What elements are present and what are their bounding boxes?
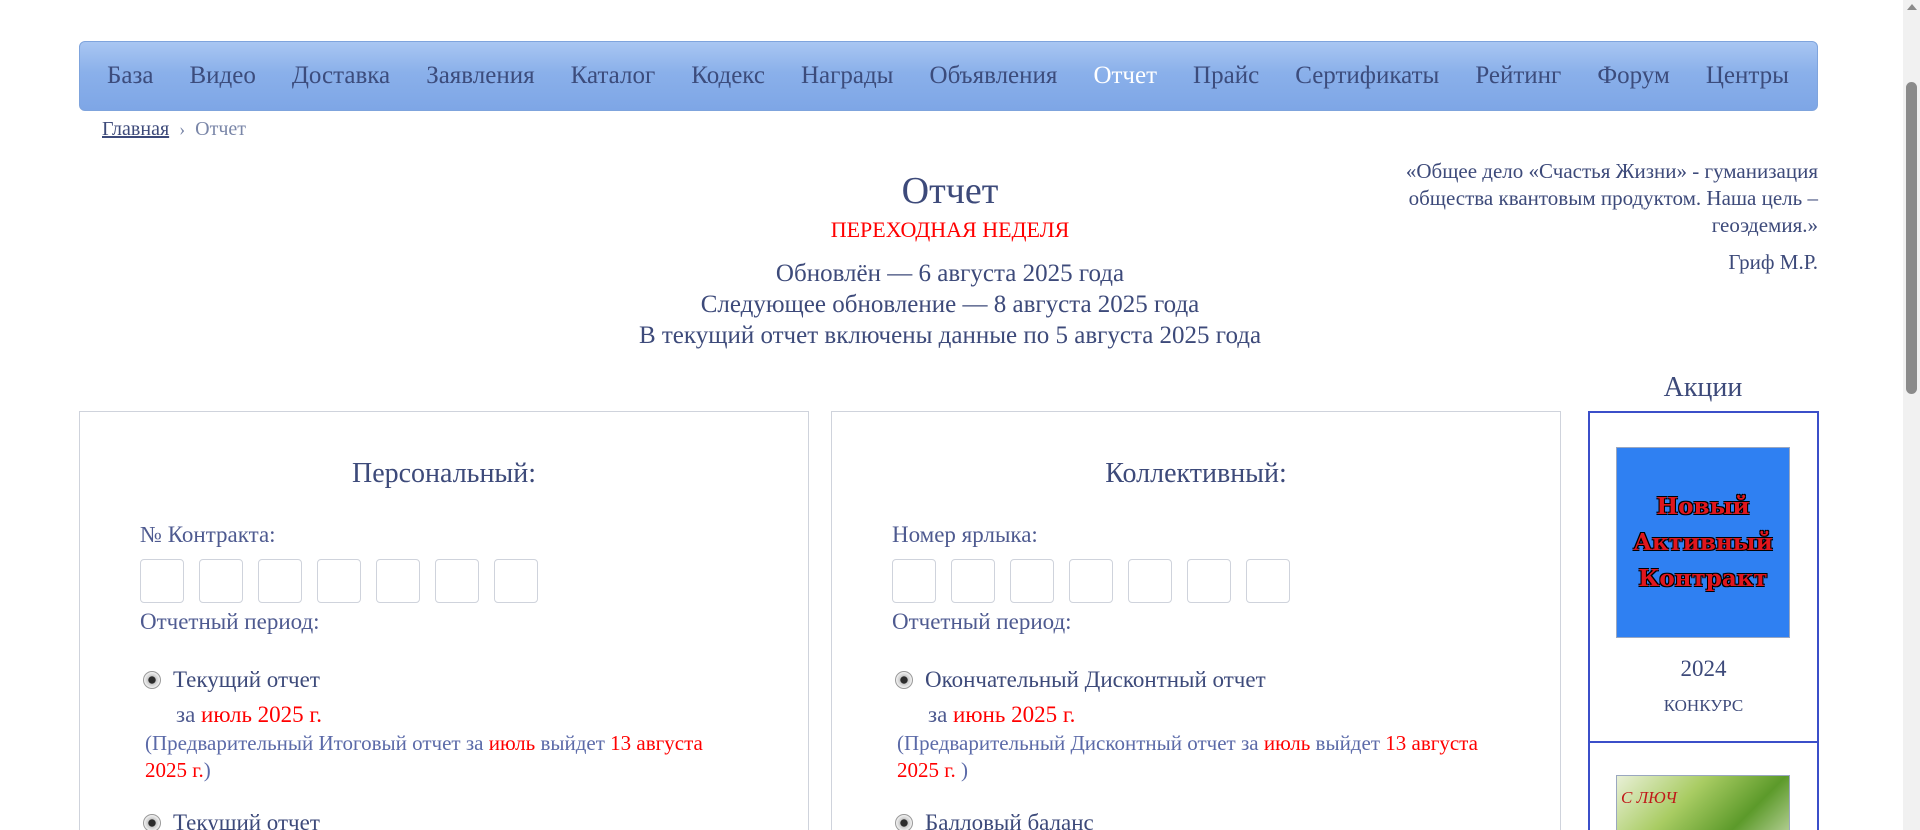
breadcrumb-separator: › bbox=[179, 119, 186, 139]
scrollbar-thumb[interactable] bbox=[1906, 82, 1917, 394]
breadcrumb-current: Отчет bbox=[195, 118, 246, 140]
collective-report-panel: Коллективный: Номер ярлыка: Отчетный пер… bbox=[831, 411, 1561, 830]
promo-card-new-contract[interactable]: Новый Активный Контракт 2024 КОНКУРС bbox=[1590, 413, 1817, 743]
nav-item-tsentry[interactable]: Центры bbox=[1706, 62, 1789, 90]
nav-item-obyavleniya[interactable]: Объявления bbox=[930, 62, 1058, 90]
collective-option1-period: за июнь 2025 г. bbox=[928, 702, 1075, 728]
period-prefix: за bbox=[176, 702, 202, 727]
label-number-label: Номер ярлыка: bbox=[892, 522, 1038, 547]
personal-panel-title: Персональный: bbox=[351, 458, 537, 489]
contract-digit-input[interactable] bbox=[258, 559, 302, 603]
nav-item-otchet[interactable]: Отчет bbox=[1093, 62, 1157, 90]
note-month: июль bbox=[488, 731, 536, 755]
collective-panel-title: Коллективный: bbox=[1105, 458, 1287, 489]
main-navbar: База Видео Доставка Заявления Каталог Ко… bbox=[79, 41, 1818, 111]
collective-period-label: Отчетный период: bbox=[892, 609, 1072, 634]
nav-item-baza[interactable]: База bbox=[107, 62, 153, 90]
contract-digit-input[interactable] bbox=[317, 559, 361, 603]
personal-option-current-report[interactable]: Текущий отчет bbox=[143, 667, 320, 693]
page: База Видео Доставка Заявления Каталог Ко… bbox=[0, 0, 1920, 830]
breadcrumb: Главная › Отчет bbox=[102, 118, 246, 141]
radio-icon[interactable] bbox=[895, 814, 913, 830]
personal-report-panel: Персональный: № Контракта: Отчетный пери… bbox=[79, 411, 809, 830]
radio-selected-icon[interactable] bbox=[895, 671, 913, 689]
nav-item-sertifikaty[interactable]: Сертификаты bbox=[1295, 62, 1439, 90]
collective-option1-label: Окончательный Дисконтный отчет bbox=[925, 667, 1266, 692]
radio-icon[interactable] bbox=[143, 814, 161, 830]
contract-number-label: № Контракта: bbox=[140, 522, 276, 547]
label-digit-input[interactable] bbox=[1246, 559, 1290, 603]
label-digit-input[interactable] bbox=[892, 559, 936, 603]
note-prefix: (Предварительный Дисконтный отчет за bbox=[897, 731, 1264, 755]
nav-item-prays[interactable]: Прайс bbox=[1193, 62, 1259, 90]
contract-digit-input[interactable] bbox=[199, 559, 243, 603]
next-update-date: Следующее обновление — 8 августа 2025 го… bbox=[700, 291, 1200, 318]
quote-text: «Общее дело «Счастья Жизни» - гуманизаци… bbox=[1405, 159, 1818, 237]
motto-quote: «Общее дело «Счастья Жизни» - гуманизаци… bbox=[1398, 158, 1818, 276]
note-suffix: ) bbox=[955, 758, 968, 782]
personal-preliminary-note: (Предварительный Итоговый отчет за июль … bbox=[145, 730, 745, 784]
breadcrumb-home-link[interactable]: Главная bbox=[102, 118, 169, 141]
promo-banner-image-2[interactable]: С ЛЮЧ bbox=[1616, 775, 1790, 830]
note-middle: выйдет bbox=[535, 731, 611, 755]
page-title: Отчет bbox=[901, 170, 999, 212]
period-value: июль 2025 г. bbox=[201, 702, 323, 727]
collective-preliminary-note: (Предварительный Дисконтный отчет за июл… bbox=[897, 730, 1497, 784]
period-value: июнь 2025 г. bbox=[953, 702, 1076, 727]
label-number-inputs bbox=[892, 559, 1290, 603]
label-digit-input[interactable] bbox=[1069, 559, 1113, 603]
scroll-up-arrow-icon[interactable] bbox=[1907, 4, 1917, 10]
promos-title: Акции bbox=[1663, 372, 1743, 403]
personal-option2-label: Текущий отчет bbox=[173, 810, 320, 830]
nav-item-forum[interactable]: Форум bbox=[1597, 62, 1669, 90]
period-prefix: за bbox=[928, 702, 954, 727]
nav-item-zayavleniya[interactable]: Заявления bbox=[426, 62, 534, 90]
collective-option2-label: Балловый баланс bbox=[925, 810, 1094, 830]
promo-banner-2-text: С ЛЮЧ bbox=[1621, 788, 1677, 807]
promo-label: КОНКУРС bbox=[1663, 696, 1744, 715]
promo-banner-image[interactable]: Новый Активный Контракт bbox=[1616, 447, 1790, 638]
page-subtitle: ПЕРЕХОДНАЯ НЕДЕЛЯ bbox=[830, 217, 1070, 242]
label-digit-input[interactable] bbox=[1187, 559, 1231, 603]
nav-item-kodeks[interactable]: Кодекс bbox=[691, 62, 765, 90]
contract-digit-input[interactable] bbox=[140, 559, 184, 603]
nav-item-video[interactable]: Видео bbox=[189, 62, 255, 90]
update-info: Обновлён — 6 августа 2025 года Следующее… bbox=[480, 258, 1420, 351]
vertical-scrollbar[interactable] bbox=[1903, 0, 1920, 830]
label-digit-input[interactable] bbox=[951, 559, 995, 603]
note-middle: выйдет bbox=[1310, 731, 1386, 755]
contract-digit-input[interactable] bbox=[435, 559, 479, 603]
personal-option1-label: Текущий отчет bbox=[173, 667, 320, 692]
personal-period-label: Отчетный период: bbox=[140, 609, 320, 634]
promo-year: 2024 bbox=[1680, 656, 1727, 681]
promo-banner-text: Новый Активный Контракт bbox=[1633, 489, 1773, 597]
quote-author: Гриф М.Р. bbox=[1728, 250, 1818, 274]
note-month: июль bbox=[1263, 731, 1311, 755]
promo-banner-line: Контракт bbox=[1638, 564, 1768, 592]
promo-banner-line: Новый bbox=[1656, 492, 1750, 520]
promos-sidebar: Новый Активный Контракт 2024 КОНКУРС С Л… bbox=[1588, 411, 1819, 830]
nav-item-dostavka[interactable]: Доставка bbox=[292, 62, 390, 90]
nav-item-katalog[interactable]: Каталог bbox=[571, 62, 656, 90]
personal-option-current-report-2[interactable]: Текущий отчет bbox=[143, 810, 320, 830]
label-digit-input[interactable] bbox=[1010, 559, 1054, 603]
label-digit-input[interactable] bbox=[1128, 559, 1172, 603]
updated-date: Обновлён — 6 августа 2025 года bbox=[775, 260, 1125, 287]
radio-selected-icon[interactable] bbox=[143, 671, 161, 689]
nav-item-nagrady[interactable]: Награды bbox=[801, 62, 894, 90]
report-header: Отчет ПЕРЕХОДНАЯ НЕДЕЛЯ Обновлён — 6 авг… bbox=[480, 168, 1420, 351]
collective-option-final-discount[interactable]: Окончательный Дисконтный отчет bbox=[895, 667, 1266, 693]
note-suffix: ) bbox=[203, 758, 211, 782]
contract-number-inputs bbox=[140, 559, 538, 603]
promo-banner-line: Активный bbox=[1633, 528, 1773, 556]
collective-option-points-balance[interactable]: Балловый баланс bbox=[895, 810, 1094, 830]
nav-item-reyting[interactable]: Рейтинг bbox=[1475, 62, 1561, 90]
data-included-date: В текущий отчет включены данные по 5 авг… bbox=[638, 322, 1262, 349]
contract-digit-input[interactable] bbox=[376, 559, 420, 603]
note-prefix: (Предварительный Итоговый отчет за bbox=[145, 731, 489, 755]
personal-option1-period: за июль 2025 г. bbox=[176, 702, 322, 728]
contract-digit-input[interactable] bbox=[494, 559, 538, 603]
